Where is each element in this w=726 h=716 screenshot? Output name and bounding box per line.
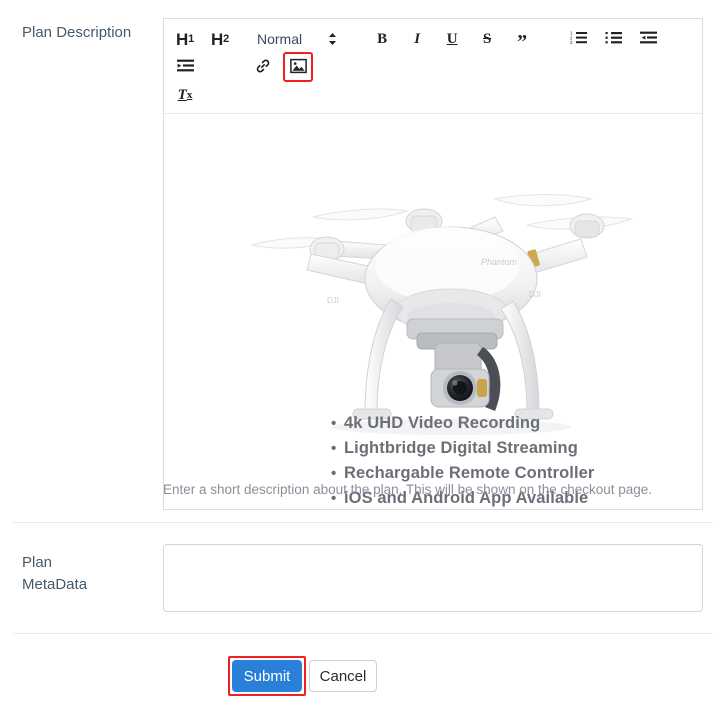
plan-edit-form-page: Plan Description H1 H2 Normal: [0, 0, 726, 716]
italic-button[interactable]: I: [404, 26, 430, 52]
svg-text:3: 3: [570, 40, 573, 45]
heading-2-button[interactable]: H2: [207, 26, 233, 52]
rich-text-editor: H1 H2 Normal B I U: [163, 18, 703, 510]
plan-description-label: Plan Description: [22, 22, 142, 44]
bullet-list-icon: [605, 30, 622, 48]
submit-button[interactable]: Submit: [232, 660, 302, 692]
heading-2-sub: 2: [223, 34, 229, 45]
svg-text:DJI: DJI: [529, 290, 541, 299]
ordered-list-button[interactable]: 1 2 3: [565, 26, 591, 52]
underline-button[interactable]: U: [439, 26, 465, 52]
clear-format-sub: x: [187, 90, 193, 101]
clear-format-label: T: [178, 88, 187, 103]
outdent-icon: [640, 30, 657, 48]
editor-toolbar-row-1: H1 H2 Normal B I U: [172, 25, 694, 81]
form-actions: Submit Cancel: [0, 652, 726, 704]
section-divider: [13, 522, 713, 523]
ordered-list-icon: 1 2 3: [570, 30, 587, 48]
clear-format-button[interactable]: Tx: [172, 82, 198, 108]
list-item: Lightbridge Digital Streaming: [331, 436, 594, 461]
chevron-up-down-icon: [328, 32, 337, 46]
svg-text:Phantom: Phantom: [481, 257, 518, 267]
plan-metadata-input[interactable]: [163, 544, 703, 612]
plan-description-help-text: Enter a short description about the plan…: [163, 481, 652, 499]
indent-button[interactable]: [172, 54, 198, 80]
editor-content-area[interactable]: Phantom DJI DJI: [163, 114, 703, 510]
image-icon: [290, 58, 307, 77]
plan-metadata-label: Plan MetaData: [22, 552, 87, 596]
section-divider: [13, 633, 713, 634]
format-picker-value: Normal: [257, 31, 302, 47]
outdent-button[interactable]: [635, 26, 661, 52]
link-button[interactable]: [250, 54, 276, 80]
heading-1-button[interactable]: H1: [172, 26, 198, 52]
list-item: 4k UHD Video Recording: [331, 411, 594, 436]
heading-1-label: H: [176, 31, 188, 48]
blockquote-button[interactable]: ”: [509, 26, 535, 52]
editor-toolbar: H1 H2 Normal B I U: [163, 18, 703, 114]
heading-2-label: H: [211, 31, 223, 48]
indent-icon: [177, 58, 194, 76]
insert-image-button[interactable]: [285, 54, 311, 80]
strikethrough-button[interactable]: S: [474, 26, 500, 52]
editor-toolbar-row-2: Tx: [172, 81, 694, 109]
heading-1-sub: 1: [188, 34, 194, 45]
cancel-button[interactable]: Cancel: [309, 660, 377, 692]
link-icon: [255, 58, 271, 77]
bullet-list-button[interactable]: [600, 26, 626, 52]
svg-text:DJI: DJI: [327, 296, 339, 305]
bold-button[interactable]: B: [369, 26, 395, 52]
format-picker[interactable]: Normal: [255, 26, 339, 52]
